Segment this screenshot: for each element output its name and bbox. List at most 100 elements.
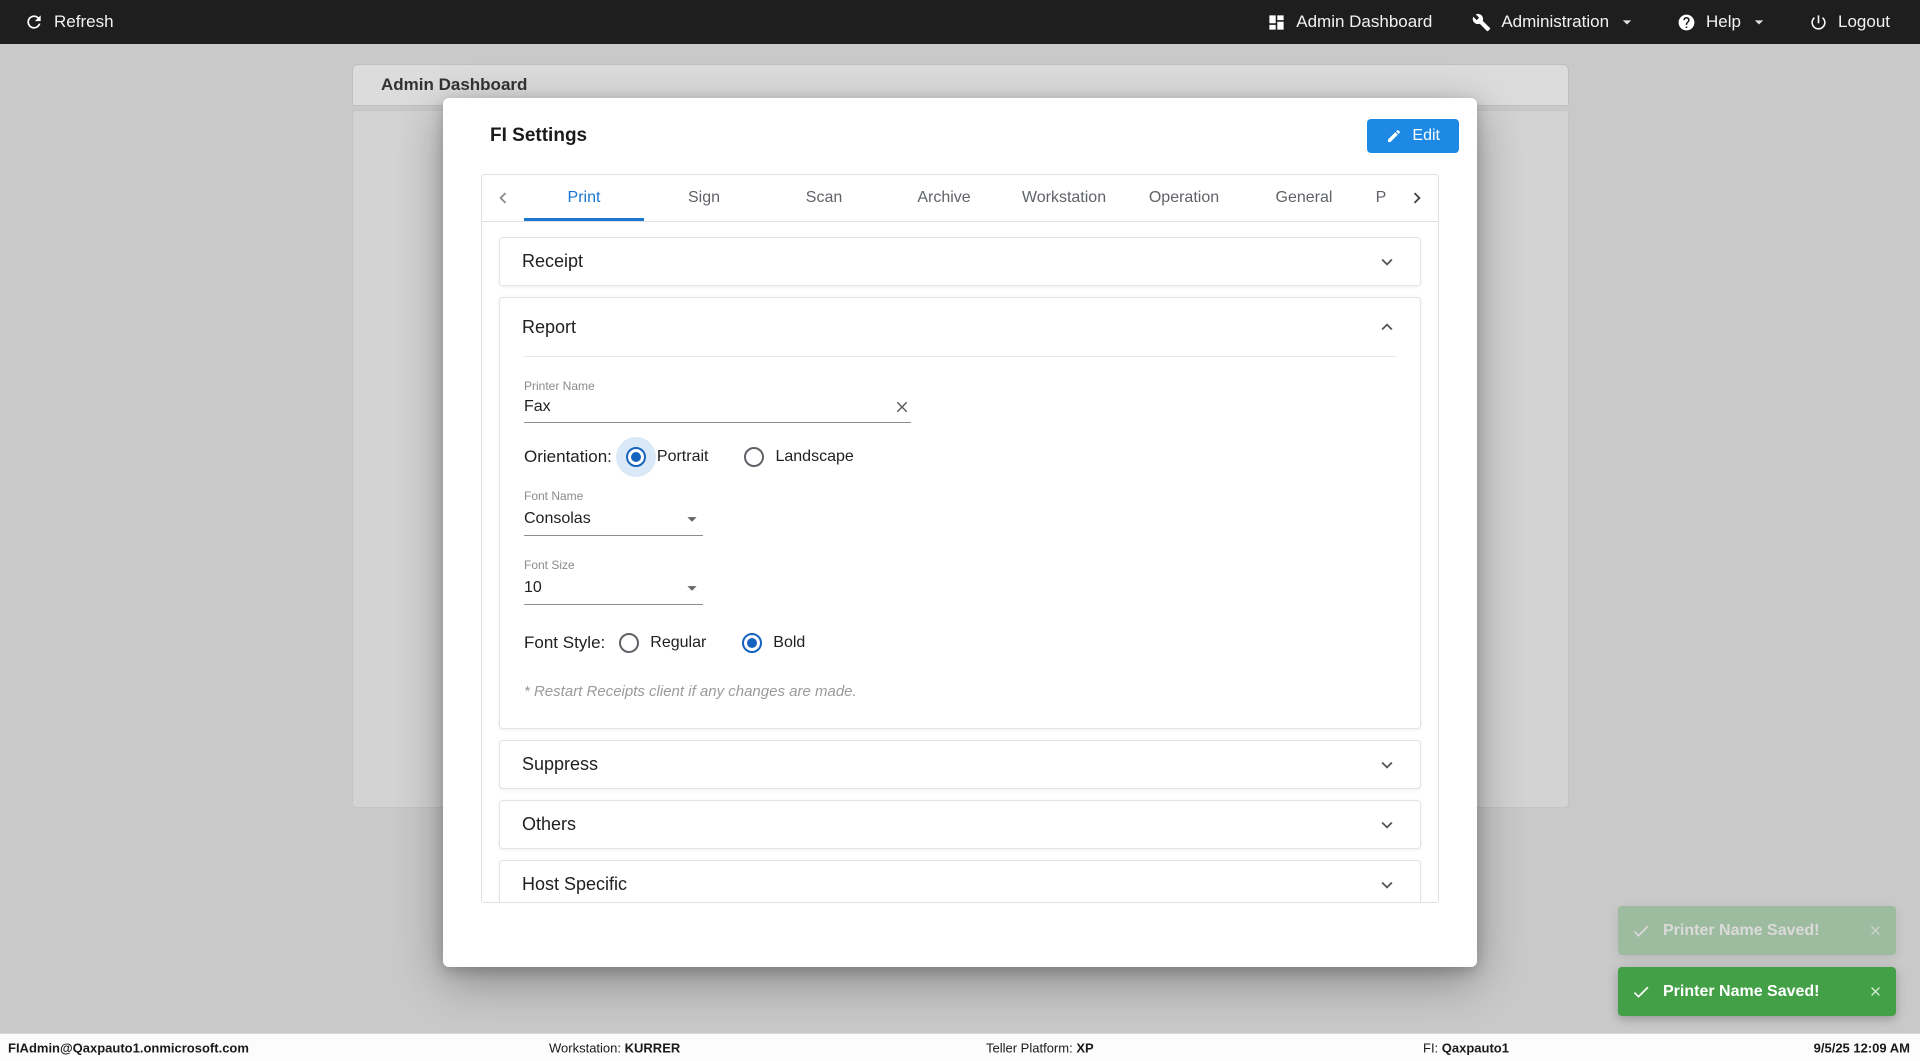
tab-scroll-right-button[interactable] [1396, 175, 1438, 221]
regular-option-label: Regular [650, 634, 707, 651]
refresh-label: Refresh [54, 12, 114, 31]
landscape-option-label: Landscape [775, 448, 854, 465]
edit-button-label: Edit [1412, 127, 1440, 144]
clear-printer-name-button[interactable] [893, 398, 911, 416]
logout-button[interactable]: Logout [1809, 12, 1890, 32]
top-navigation-bar: Refresh Admin Dashboard Administration H… [0, 0, 1920, 44]
accordion-sections: Receipt Report Printer Name Fax Orientat… [482, 222, 1438, 902]
tab-operation[interactable]: Operation [1124, 175, 1244, 221]
font-name-value: Consolas [524, 510, 591, 527]
logout-label: Logout [1838, 12, 1890, 31]
tab-bar: Print Sign Scan Archive Workstation Oper… [482, 175, 1438, 222]
chevron-down-icon [1754, 20, 1764, 25]
others-section-label: Others [522, 814, 577, 834]
toast-message: Printer Name Saved! [1663, 921, 1820, 939]
tab-general[interactable]: General [1244, 175, 1364, 221]
tab-clipped[interactable]: P [1364, 175, 1396, 221]
help-icon [1678, 14, 1695, 30]
admin-dashboard-label: Admin Dashboard [1296, 12, 1433, 31]
tab-scan[interactable]: Scan [764, 175, 884, 221]
tab-sign[interactable]: Sign [644, 175, 764, 221]
toast-notification: Printer Name Saved! [1618, 967, 1896, 1016]
font-style-regular-radio[interactable]: Regular [619, 633, 706, 653]
dropdown-caret-icon [687, 517, 697, 522]
close-icon [1871, 987, 1880, 996]
suppress-section-label: Suppress [522, 754, 599, 774]
tab-scroll-left-button[interactable] [482, 175, 524, 221]
platform-label: Teller Platform: [986, 1040, 1073, 1055]
status-bar: FIAdmin@Qaxpauto1.onmicrosoft.com Workst… [0, 1033, 1920, 1061]
font-style-field: Font Style: Regular Bold [524, 633, 1396, 653]
check-icon [1633, 925, 1649, 937]
chevron-down-icon [1381, 821, 1393, 829]
orientation-portrait-radio[interactable]: Portrait [625, 447, 709, 467]
tab-strip: Print Sign Scan Archive Workstation Oper… [524, 175, 1396, 221]
teller-platform-status: Teller Platform: XP [986, 1040, 1094, 1055]
orientation-landscape-radio[interactable]: Landscape [744, 447, 854, 467]
admin-dashboard-nav[interactable]: Admin Dashboard [1267, 12, 1432, 32]
workstation-value: KURRER [624, 1040, 681, 1055]
font-style-label: Font Style: [524, 633, 606, 652]
toast-notification-fading: Printer Name Saved! [1618, 906, 1896, 955]
font-name-select[interactable]: Consolas [524, 508, 703, 536]
report-section-label: Report [522, 316, 577, 337]
receipt-section: Receipt [499, 237, 1421, 286]
radio-selected-icon [625, 447, 646, 467]
font-name-label: Font Name [524, 489, 584, 503]
portrait-option-label: Portrait [656, 448, 709, 465]
font-style-bold-radio[interactable]: Bold [742, 633, 805, 653]
radio-selected-icon [742, 633, 763, 653]
dropdown-caret-icon [687, 586, 697, 591]
restart-note: * Restart Receipts client if any changes… [524, 683, 857, 700]
suppress-section: Suppress [499, 740, 1421, 789]
printer-name-label: Printer Name [524, 379, 595, 393]
chevron-down-icon [1381, 761, 1393, 769]
host-specific-section-header[interactable]: Host Specific [500, 861, 1420, 902]
help-menu[interactable]: Help [1677, 12, 1769, 32]
administration-menu[interactable]: Administration [1472, 12, 1637, 32]
font-size-label: Font Size [524, 558, 575, 572]
power-icon [1811, 14, 1826, 30]
report-section-header[interactable]: Report [500, 298, 1420, 356]
close-icon [1871, 926, 1880, 935]
dashboard-grid-icon [1269, 14, 1284, 30]
others-section-header[interactable]: Others [500, 801, 1420, 848]
report-section-body: Printer Name Orientation: Portrait [500, 357, 1420, 728]
workstation-label: Workstation: [549, 1040, 622, 1055]
fi-status: FI: Qaxpauto1 [1423, 1040, 1509, 1055]
dialog-title: FI Settings [490, 125, 588, 146]
toast-close-button[interactable] [1868, 923, 1883, 938]
clear-icon [896, 401, 908, 413]
orientation-label: Orientation: [524, 447, 612, 466]
chevron-down-icon [1381, 258, 1393, 266]
pencil-icon [1388, 129, 1401, 142]
chevron-left-icon [499, 192, 507, 204]
fi-label: FI: [1423, 1040, 1439, 1055]
bold-option-label: Bold [773, 634, 806, 651]
host-specific-section-label: Host Specific [522, 874, 628, 894]
receipt-section-label: Receipt [522, 251, 584, 271]
edit-button[interactable]: Edit [1367, 119, 1459, 153]
dialog-header: FI Settings Edit [443, 98, 1477, 174]
refresh-button[interactable]: Refresh [24, 12, 114, 32]
receipt-section-header[interactable]: Receipt [500, 238, 1420, 285]
tab-print[interactable]: Print [524, 175, 644, 221]
tab-archive[interactable]: Archive [884, 175, 1004, 221]
suppress-section-header[interactable]: Suppress [500, 741, 1420, 788]
fi-value: Qaxpauto1 [1441, 1040, 1509, 1055]
toast-message: Printer Name Saved! [1663, 982, 1820, 1000]
host-specific-section: Host Specific [499, 860, 1421, 902]
radio-unselected-icon [619, 633, 640, 653]
printer-name-input[interactable] [524, 398, 893, 416]
font-name-field: Font Name Consolas [524, 489, 1396, 536]
settings-tab-container: Print Sign Scan Archive Workstation Oper… [481, 174, 1439, 903]
toast-close-button[interactable] [1868, 984, 1883, 999]
radio-unselected-icon [744, 447, 765, 467]
fi-settings-dialog: FI Settings Edit Print Sign Scan Archive… [443, 98, 1477, 967]
toast-stack: Printer Name Saved! Printer Name Saved! [1618, 894, 1896, 1016]
tab-workstation[interactable]: Workstation [1004, 175, 1124, 221]
chevron-down-icon [1381, 881, 1393, 889]
font-size-select[interactable]: 10 [524, 577, 703, 605]
wrench-icon [1473, 13, 1491, 31]
user-email: FIAdmin@Qaxpauto1.onmicrosoft.com [8, 1040, 249, 1055]
